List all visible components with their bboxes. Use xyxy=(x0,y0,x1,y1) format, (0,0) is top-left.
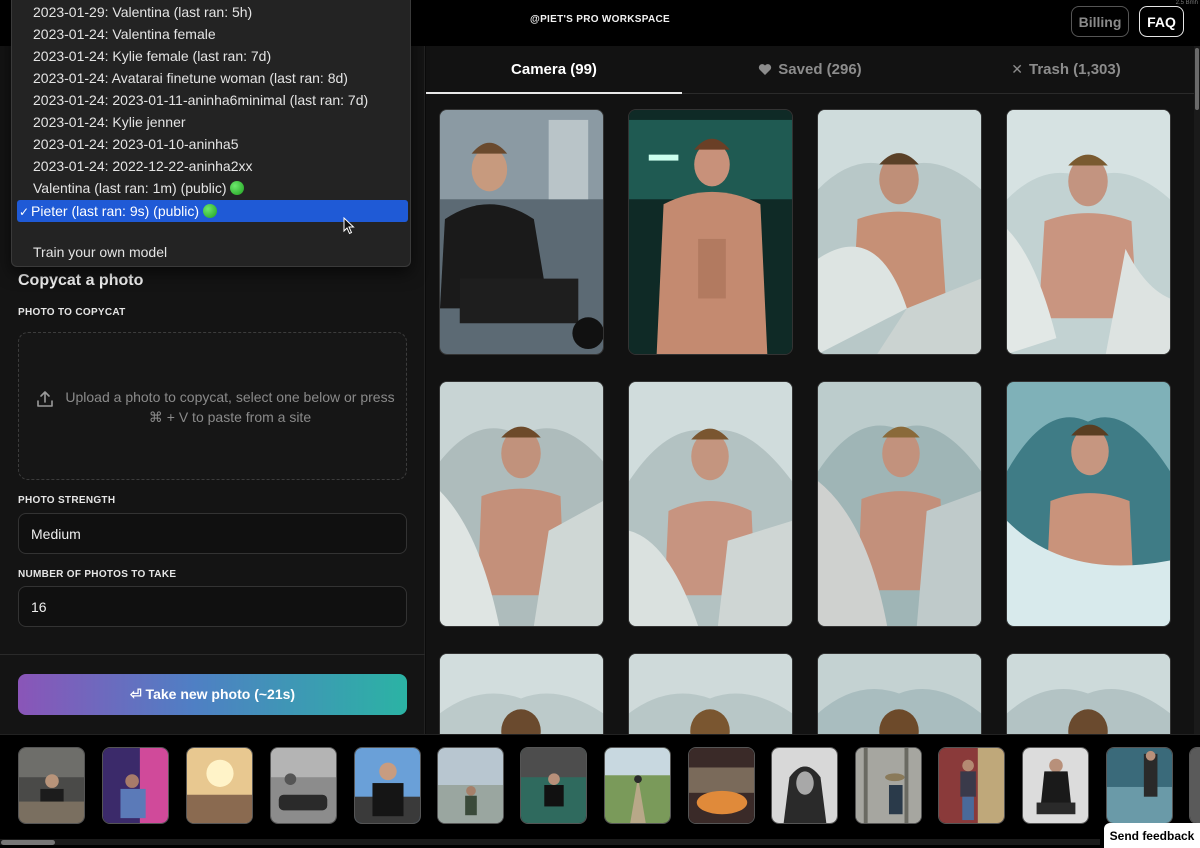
send-feedback-button[interactable]: Send feedback xyxy=(1104,823,1200,848)
reference-thumbnail[interactable] xyxy=(604,747,671,824)
public-status-icon xyxy=(203,204,218,218)
reference-thumbnail[interactable] xyxy=(688,747,755,824)
model-option[interactable]: 2023-01-24: Avatarai finetune woman (las… xyxy=(17,67,408,89)
train-model-option[interactable]: Train your own model xyxy=(17,241,408,263)
billing-button[interactable]: Billing xyxy=(1071,6,1129,37)
reference-thumbnail[interactable] xyxy=(354,747,421,824)
model-option[interactable]: Valentina (last ran: 1m) (public) xyxy=(17,177,408,199)
close-icon: ✕ xyxy=(1011,61,1023,77)
reference-thumbnail[interactable] xyxy=(270,747,337,824)
model-option[interactable]: 2023-01-24: Valentina female xyxy=(17,23,408,45)
reference-thumbnail[interactable] xyxy=(102,747,169,824)
copycat-reference-strip: Send feedback xyxy=(0,734,1200,848)
photo-count-input[interactable]: 16 xyxy=(18,586,407,627)
gallery-scrollbar-thumb[interactable] xyxy=(1195,48,1199,110)
strip-scrollbar[interactable] xyxy=(0,839,1100,845)
public-status-icon xyxy=(230,181,245,195)
model-option[interactable]: 2023-01-24: 2022-12-22-aninha2xx xyxy=(17,155,408,177)
photo-count-label: NUMBER OF PHOTOS TO TAKE xyxy=(18,569,177,580)
gallery-photo[interactable] xyxy=(439,109,604,355)
checkmark-icon: ✓ xyxy=(19,205,30,219)
photo-strength-label: PHOTO STRENGTH xyxy=(18,495,116,506)
reference-thumbnail[interactable] xyxy=(771,747,838,824)
gallery-photo[interactable] xyxy=(439,381,604,627)
photo-to-copycat-label: PHOTO TO COPYCAT xyxy=(18,307,126,318)
reference-thumbnail[interactable] xyxy=(938,747,1005,824)
gallery-photo[interactable] xyxy=(1006,381,1171,627)
gallery-photo[interactable] xyxy=(817,381,982,627)
model-option[interactable]: 2023-01-24: Kylie female (last ran: 7d) xyxy=(17,45,408,67)
reference-thumbnail[interactable] xyxy=(186,747,253,824)
gallery-panel: Camera (99) Saved (296) ✕ Trash (1,303) xyxy=(426,46,1200,734)
model-option[interactable]: 2023-01-24: Kylie jenner xyxy=(17,111,408,133)
gallery-photo[interactable] xyxy=(817,653,982,734)
gallery-photo[interactable] xyxy=(817,109,982,355)
copycat-title: Copycat a photo xyxy=(18,272,144,289)
photo-strength-select[interactable]: Medium xyxy=(18,513,407,554)
model-option[interactable]: 2023-01-24: 2023-01-11-aninha6minimal (l… xyxy=(17,89,408,111)
gallery-photo[interactable] xyxy=(1006,653,1171,734)
strip-scrollbar-thumb[interactable] xyxy=(1,840,55,845)
reference-thumbnail[interactable] xyxy=(18,747,85,824)
reference-thumbnail[interactable] xyxy=(855,747,922,824)
reference-thumbnail[interactable] xyxy=(1189,747,1200,824)
heart-icon xyxy=(759,64,772,75)
gallery-photo[interactable] xyxy=(628,381,793,627)
faq-button[interactable]: FAQ xyxy=(1139,6,1184,37)
reference-thumbnail[interactable] xyxy=(520,747,587,824)
reference-thumbnail[interactable] xyxy=(1106,747,1173,824)
take-photo-button[interactable]: ⏎ Take new photo (~21s) xyxy=(18,674,407,715)
mouse-cursor-icon xyxy=(343,217,355,235)
upload-icon xyxy=(37,391,53,407)
gallery-photo[interactable] xyxy=(1006,109,1171,355)
model-option[interactable]: 2023-01-29: Valentina (last ran: 5h) xyxy=(17,1,408,23)
reference-thumbnail[interactable] xyxy=(437,747,504,824)
divider xyxy=(0,654,425,655)
reference-thumbnail[interactable] xyxy=(1022,747,1089,824)
gallery-photo[interactable] xyxy=(628,109,793,355)
gallery-photo[interactable] xyxy=(439,653,604,734)
tab-camera[interactable]: Camera (99) xyxy=(426,46,682,94)
gallery-photo[interactable] xyxy=(628,653,793,734)
model-option[interactable]: 2023-01-24: 2023-01-10-aninha5 xyxy=(17,133,408,155)
tab-trash[interactable]: ✕ Trash (1,303) xyxy=(938,46,1194,94)
tab-saved[interactable]: Saved (296) xyxy=(682,46,938,94)
upload-hint: Upload a photo to copycat, select one be… xyxy=(65,389,395,425)
corner-indicator: 2.5 Bmh xyxy=(1175,0,1198,6)
gallery-scrollbar[interactable] xyxy=(1194,46,1200,734)
upload-dropzone[interactable]: Upload a photo to copycat, select one be… xyxy=(18,332,407,480)
